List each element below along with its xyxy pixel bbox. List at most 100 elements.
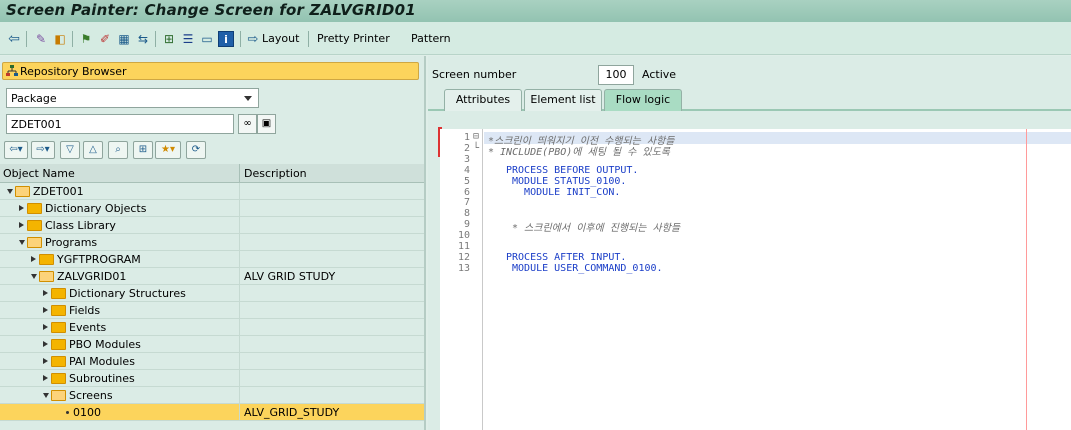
chevron-right-icon[interactable] <box>31 256 36 262</box>
tab-element-list[interactable]: Element list <box>524 89 602 111</box>
tree-node-subroutines[interactable]: Subroutines <box>0 370 424 387</box>
tree-node-dictionary-structures[interactable]: Dictionary Structures <box>0 285 424 302</box>
tree-node-label: PBO Modules <box>69 338 141 351</box>
column-object-name: Object Name <box>3 167 75 180</box>
line-number: 9 <box>463 219 470 231</box>
tree-node-zalvgrid01[interactable]: ZALVGRID01 ALV GRID STUDY <box>0 268 424 285</box>
object-list-icon[interactable]: ☰ <box>180 31 196 47</box>
folder-icon <box>51 288 66 299</box>
layout-button[interactable]: Layout <box>262 32 299 45</box>
toolbar-separator <box>155 31 156 47</box>
collapse-icon[interactable]: △ <box>83 141 103 159</box>
tree-node-zdet001[interactable]: ZDET001 <box>0 183 424 200</box>
line-number: 11 <box>457 241 470 252</box>
tree-node-pai-modules[interactable]: PAI Modules <box>0 353 424 370</box>
object-type-dropdown[interactable]: Package <box>6 88 259 108</box>
folder-open-icon <box>51 390 66 401</box>
application-toolbar: ⇦ ✎ ◧ ⚑ ✐ ▦ ⇆ ⊞ ☰ ▭ i ⇨ Layout Pretty Pr… <box>0 22 1071 55</box>
next-object-icon[interactable]: ⇨▾ <box>31 141 55 159</box>
check-icon[interactable]: ⚑ <box>78 31 94 47</box>
find-icon[interactable]: ⌕ <box>108 141 128 159</box>
display-change-icon[interactable]: ✎ <box>33 31 49 47</box>
folder-icon <box>27 220 42 231</box>
favorites-icon[interactable]: ★▾ <box>155 141 181 159</box>
line-number: 2 <box>463 142 470 154</box>
code-line[interactable]: MODULE INIT_CON. <box>506 187 620 198</box>
tree-node-description: ALV GRID STUDY <box>244 270 336 283</box>
tree-node-screens[interactable]: Screens <box>0 387 424 404</box>
tree-node-label: Dictionary Objects <box>45 202 147 215</box>
package-input[interactable]: ZDET001 <box>6 114 234 134</box>
folder-open-icon <box>15 186 30 197</box>
chevron-down-icon[interactable] <box>19 240 25 245</box>
tree-node-label: Screens <box>69 389 113 402</box>
repository-browser-panel: Repository Browser Package ZDET001 ∞ ▣ ⇦… <box>0 56 426 430</box>
tree-node-label: Subroutines <box>69 372 135 385</box>
tree-node-screen-0100[interactable]: 0100 ALV_GRID_STUDY <box>0 404 424 421</box>
toolbar-separator <box>72 31 73 47</box>
tab-attributes[interactable]: Attributes <box>444 89 522 111</box>
folder-icon <box>51 373 66 384</box>
folder-icon <box>51 339 66 350</box>
folder-icon <box>27 203 42 214</box>
chevron-right-icon[interactable] <box>43 307 48 313</box>
activate-icon[interactable]: ✐ <box>97 31 113 47</box>
tree-node-fields[interactable]: Fields <box>0 302 424 319</box>
tree-node-label: Events <box>69 321 107 334</box>
chevron-right-icon[interactable] <box>43 324 48 330</box>
tree-node-label: Programs <box>45 236 98 249</box>
display-icon[interactable]: ▣ <box>257 114 276 134</box>
tab-strip: Attributes Element list Flow logic <box>428 89 1071 111</box>
other-object-icon[interactable]: ◧ <box>52 31 68 47</box>
chevron-down-icon[interactable] <box>7 189 13 194</box>
chevron-right-icon[interactable] <box>43 358 48 364</box>
chevron-right-icon[interactable] <box>43 341 48 347</box>
tab-flow-logic[interactable]: Flow logic <box>604 89 682 111</box>
pattern-button[interactable]: Pattern <box>411 32 451 45</box>
chevron-right-icon[interactable] <box>43 290 48 296</box>
screen-number-field[interactable]: 100 <box>598 65 634 85</box>
chevron-right-icon[interactable] <box>43 375 48 381</box>
tree-node-events[interactable]: Events <box>0 319 424 336</box>
tree-node-pbo-modules[interactable]: PBO Modules <box>0 336 424 353</box>
code-line[interactable]: MODULE USER_COMMAND_0100. <box>506 263 663 274</box>
tree-node-label: Fields <box>69 304 101 317</box>
folder-icon <box>51 356 66 367</box>
line-number: 8 <box>463 208 470 220</box>
tree-node-programs[interactable]: Programs <box>0 234 424 251</box>
info-icon[interactable]: i <box>218 31 234 47</box>
code-line[interactable]: PROCESS AFTER INPUT. <box>506 252 626 263</box>
code-line[interactable]: MODULE STATUS_0100. <box>506 176 626 187</box>
code-line[interactable]: * 스크린에서 이후에 진행되는 사항들 <box>506 219 680 234</box>
code-line[interactable]: PROCESS BEFORE OUTPUT. <box>506 165 638 176</box>
chevron-down-icon[interactable] <box>31 274 37 279</box>
expand-icon[interactable]: ▽ <box>60 141 80 159</box>
tree-node-class-library[interactable]: Class Library <box>0 217 424 234</box>
column-separator <box>239 164 240 183</box>
object-hierarchy-icon[interactable]: ⊞ <box>133 141 153 159</box>
pretty-printer-button[interactable]: Pretty Printer <box>317 32 390 45</box>
chevron-right-icon[interactable] <box>19 205 24 211</box>
back-arrow-icon[interactable]: ⇦ <box>6 31 22 47</box>
code-line[interactable]: * INCLUDE(PBO)에 세팅 될 수 있도록 <box>488 143 670 158</box>
line-number: 7 <box>463 197 470 209</box>
tree-node-dictionary-objects[interactable]: Dictionary Objects <box>0 200 424 217</box>
where-used-icon[interactable]: ⇆ <box>135 31 151 47</box>
tree-node-label: 0100 <box>73 406 101 419</box>
window-title: Screen Painter: Change Screen for ZALVGR… <box>6 1 416 19</box>
hierarchy-icon[interactable]: ⊞ <box>161 31 177 47</box>
repository-browser-header[interactable]: Repository Browser <box>2 62 419 80</box>
repository-browser-title: Repository Browser <box>20 65 127 78</box>
previous-object-icon[interactable]: ⇦▾ <box>4 141 28 159</box>
chevron-right-icon[interactable] <box>19 222 24 228</box>
glasses-icon[interactable]: ∞ <box>238 114 257 134</box>
folder-icon <box>51 322 66 333</box>
layout-arrow-icon[interactable]: ⇨ <box>245 31 261 47</box>
chevron-down-icon[interactable] <box>43 393 49 398</box>
refresh-icon[interactable]: ⟳ <box>186 141 206 159</box>
line-number: 13 <box>457 262 470 274</box>
window-icon[interactable]: ▭ <box>199 31 215 47</box>
test-icon[interactable]: ▦ <box>116 31 132 47</box>
fold-minus-icon[interactable]: ⊟ <box>473 131 479 142</box>
tree-node-ygftprogram[interactable]: YGFTPROGRAM <box>0 251 424 268</box>
